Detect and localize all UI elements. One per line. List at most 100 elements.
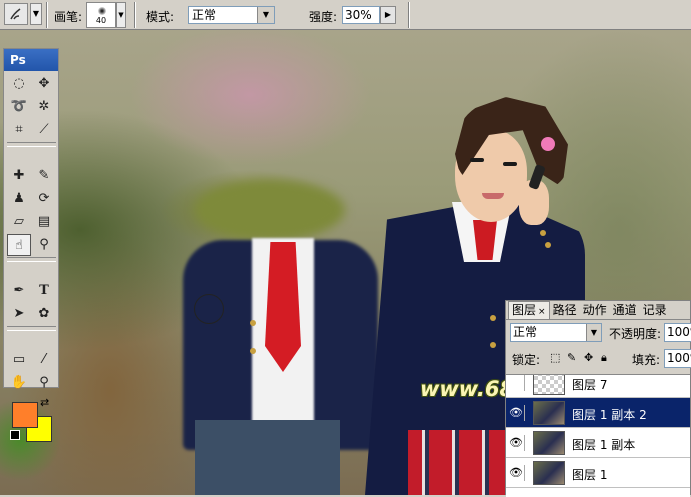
jacket-button <box>540 230 546 236</box>
girl-eye <box>470 158 484 162</box>
healing-brush-tool-icon[interactable]: ✚ <box>7 165 31 187</box>
type-tool-icon[interactable]: T <box>32 280 56 302</box>
move-tool-icon[interactable]: ✥ <box>32 73 56 95</box>
layer-thumbnail <box>533 401 565 425</box>
blurred-figure-tie <box>265 242 301 372</box>
opacity-label: 不透明度: <box>609 327 662 341</box>
layer-row[interactable]: 👁︎ 图层 1 <box>506 458 690 488</box>
gradient-tool-icon[interactable]: ▤ <box>32 211 56 233</box>
strength-slider-button[interactable]: ▶ <box>380 6 396 24</box>
chevron-down-icon: ▼ <box>257 7 274 23</box>
layer-row[interactable]: 图层 7 <box>506 375 690 398</box>
girl-mouth <box>482 193 504 199</box>
jacket-button <box>490 315 496 321</box>
zoom-tool-icon[interactable]: ⚲ <box>32 372 56 394</box>
marquee-tool-icon[interactable]: ◌ <box>7 73 31 95</box>
blend-row: 正常 ▼ 不透明度: 100% <box>510 323 691 343</box>
hand-tool-icon[interactable]: ✋ <box>7 372 31 394</box>
layer-name: 图层 1 副本 <box>572 438 636 452</box>
hair-flower <box>541 137 555 151</box>
lock-label: 锁定: <box>512 353 541 367</box>
brush-dropdown[interactable]: ▼ <box>116 2 126 28</box>
layer-thumbnail <box>533 375 565 395</box>
mode-select[interactable]: 正常 ▼ <box>188 6 275 24</box>
brush-label: 画笔: <box>54 10 83 24</box>
brush-cursor <box>194 294 224 324</box>
separator <box>46 2 48 28</box>
crop-tool-icon[interactable]: ⌗ <box>7 119 31 141</box>
clone-stamp-tool-icon[interactable]: ♟ <box>7 188 31 210</box>
layer-row[interactable]: 👁︎ 图层 1 副本 <box>506 428 690 458</box>
lock-transparency-icon[interactable]: ⬚ <box>550 352 561 363</box>
blend-mode-select[interactable]: 正常 ▼ <box>510 323 602 342</box>
eye-icon[interactable]: 👁︎ <box>508 465 525 481</box>
brush-tip-icon <box>98 7 106 15</box>
tool-preset-picker[interactable] <box>4 3 28 25</box>
brush-tool-icon[interactable]: ✎ <box>32 165 56 187</box>
lock-row: 锁定: ⬚ ✎ ✥ 🔒︎ 填充: 100% <box>510 349 691 369</box>
eyedropper-tool-icon[interactable]: ⁄ <box>32 349 56 371</box>
smudge-tool-icon <box>10 8 21 20</box>
jacket-button <box>250 320 256 326</box>
dodge-tool-icon[interactable]: ⚲ <box>32 234 56 256</box>
brush-picker[interactable]: 40 <box>86 2 116 28</box>
separator <box>7 326 56 331</box>
mode-value: 正常 <box>192 8 217 22</box>
swap-colors-icon[interactable]: ⇄ <box>40 396 49 409</box>
eraser-tool-icon[interactable]: ▱ <box>7 211 31 233</box>
fill-input[interactable]: 100% <box>664 349 691 368</box>
foreground-color-swatch[interactable] <box>12 402 38 428</box>
strength-input[interactable]: 30% <box>342 6 380 24</box>
path-selection-tool-icon[interactable]: ➤ <box>7 303 31 325</box>
tab-history[interactable]: 记录 <box>640 302 670 319</box>
options-bar: ▼ 画笔: 40 ▼ 模式: 正常 ▼ 强度: 30% ▶ <box>0 0 691 30</box>
tab-label: 图层 <box>512 303 537 317</box>
separator <box>134 2 136 28</box>
layer-name: 图层 1 <box>572 468 608 482</box>
color-swatches: ⇄ <box>4 396 58 456</box>
eye-icon[interactable]: 👁︎ <box>508 405 525 421</box>
smudge-tool-icon[interactable]: ☝ <box>7 234 31 256</box>
ps-logo: Ps <box>4 49 58 71</box>
separator <box>408 2 410 28</box>
layer-name: 图层 1 副本 2 <box>572 408 647 422</box>
pen-tool-icon[interactable]: ✒ <box>7 280 31 302</box>
history-brush-tool-icon[interactable]: ⟳ <box>32 188 56 210</box>
notes-tool-icon[interactable]: ▭ <box>7 349 31 371</box>
magic-wand-tool-icon[interactable]: ✲ <box>32 96 56 118</box>
panel-tabs: 图层 × 路径 动作 通道 记录 <box>506 301 690 320</box>
tab-paths[interactable]: 路径 <box>550 302 580 319</box>
lock-all-icon[interactable]: 🔒︎ <box>601 352 612 363</box>
slice-tool-icon[interactable]: ⟋ <box>32 119 56 141</box>
blurred-head <box>195 180 345 240</box>
opacity-input[interactable]: 100% <box>664 323 691 342</box>
brush-size: 40 <box>95 16 107 25</box>
custom-shape-tool-icon[interactable]: ✿ <box>32 303 56 325</box>
layer-thumbnail <box>533 431 565 455</box>
fill-label: 填充: <box>632 353 661 367</box>
default-colors-icon[interactable] <box>10 430 20 440</box>
separator <box>7 142 56 147</box>
blurred-figure-jeans <box>195 420 340 495</box>
tab-layers[interactable]: 图层 × <box>508 301 550 319</box>
lasso-tool-icon[interactable]: ➰ <box>7 96 31 118</box>
tool-preset-dropdown[interactable]: ▼ <box>30 3 42 25</box>
strength-label: 强度: <box>309 10 338 24</box>
layers-panel: 图层× 路径 动作 通道 记录 正常 ▼ 不透明度: 100% 锁定: ⬚ ✎ … <box>505 300 691 497</box>
lock-image-icon[interactable]: ✎ <box>567 352 578 363</box>
mode-label: 模式: <box>146 10 175 24</box>
jacket-button <box>490 342 496 348</box>
jacket-button <box>250 348 256 354</box>
layers-list: 图层 7 👁︎ 图层 1 副本 2 👁︎ 图层 1 副本 👁︎ 图层 1 <box>506 374 690 497</box>
plaid-skirt <box>408 430 508 495</box>
visibility-toggle[interactable] <box>508 375 525 391</box>
eye-icon[interactable]: 👁︎ <box>508 435 525 451</box>
layer-thumbnail <box>533 461 565 485</box>
girl-eye <box>503 162 517 166</box>
layer-row[interactable]: 👁︎ 图层 1 副本 2 <box>506 398 690 428</box>
tab-actions[interactable]: 动作 <box>580 302 610 319</box>
chevron-down-icon: ▼ <box>586 324 601 341</box>
tab-channels[interactable]: 通道 <box>610 302 640 319</box>
lock-position-icon[interactable]: ✥ <box>584 352 595 363</box>
close-icon[interactable]: × <box>538 307 546 317</box>
